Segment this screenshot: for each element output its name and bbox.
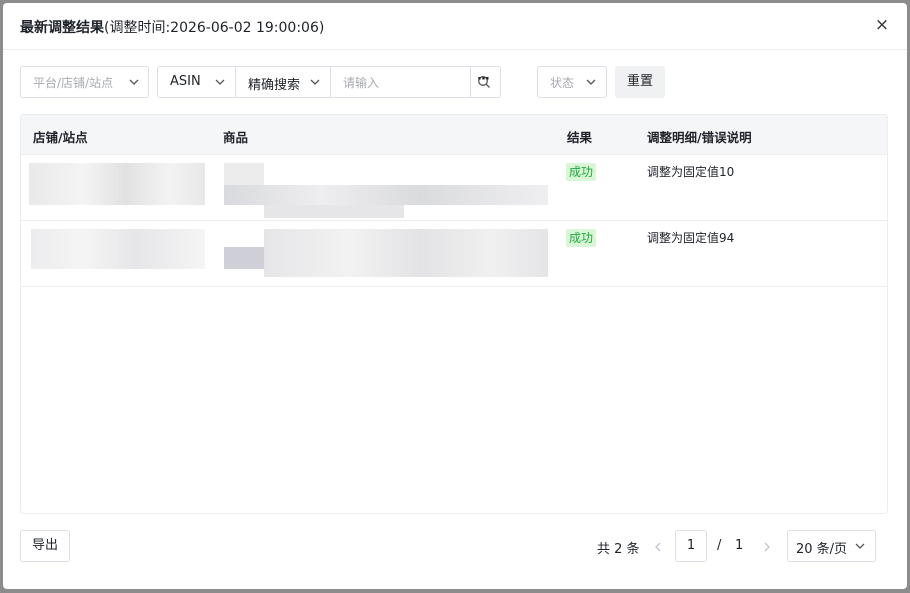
- page-size-select[interactable]: 20 条/页: [787, 530, 876, 562]
- table-row: 成功 调整为固定值94: [21, 221, 887, 287]
- match-mode-value: 精确搜索: [248, 78, 301, 93]
- column-header-store: 店铺/站点: [33, 130, 88, 145]
- pagination-total: 共 2 条: [597, 542, 640, 557]
- reset-button[interactable]: 重置: [615, 66, 665, 98]
- column-header-result: 结果: [567, 130, 593, 145]
- dialog-header: 最新调整结果(调整时间:2026-06-02 19:00:06) ×: [3, 3, 907, 50]
- page-size-value: 20 条/页: [796, 542, 848, 557]
- chevron-down-icon: [128, 76, 140, 88]
- platform-select[interactable]: 平台/店铺/站点: [20, 66, 149, 98]
- detail-text: 调整为固定值94: [647, 231, 735, 245]
- search-field-select[interactable]: ASIN: [158, 67, 235, 97]
- status-badge: 成功: [566, 163, 597, 181]
- status-select-placeholder: 状态: [550, 76, 575, 90]
- column-header-product: 商品: [223, 130, 249, 145]
- product-sku-redacted: [264, 205, 404, 218]
- search-group: ASIN 精确搜索 请输入 ···: [157, 66, 501, 98]
- chevron-down-icon: [854, 540, 866, 552]
- more-options-button[interactable]: ···: [470, 67, 500, 97]
- chevron-down-icon: [309, 76, 321, 88]
- product-image-redacted: [224, 163, 264, 185]
- match-mode-select[interactable]: 精确搜索: [236, 67, 330, 97]
- detail-text: 调整为固定值10: [647, 165, 735, 179]
- status-select[interactable]: 状态: [537, 66, 607, 98]
- result-dialog: 最新调整结果(调整时间:2026-06-02 19:00:06) × 平台/店铺…: [3, 3, 907, 589]
- search-input[interactable]: 请输入: [331, 67, 490, 97]
- close-icon: ×: [874, 15, 890, 35]
- column-header-detail: 调整明细/错误说明: [647, 130, 752, 145]
- chevron-left-icon[interactable]: [653, 540, 663, 554]
- pagination-separator: /: [717, 538, 722, 553]
- table-row: 成功 调整为固定值10: [21, 155, 887, 221]
- dialog-title-text: 最新调整结果: [20, 20, 104, 36]
- table-header: 店铺/站点 商品 结果 调整明细/错误说明: [21, 115, 887, 155]
- result-table: 店铺/站点 商品 结果 调整明细/错误说明 成功 调整为固定值10 成功 调整为…: [20, 114, 888, 514]
- store-cell-redacted: [31, 229, 205, 269]
- search-field-value: ASIN: [170, 74, 201, 89]
- dialog-title: 最新调整结果(调整时间:2026-06-02 19:00:06): [20, 17, 324, 37]
- chevron-right-icon[interactable]: [762, 540, 772, 554]
- product-image-redacted: [224, 247, 264, 269]
- page-number-input[interactable]: 1: [675, 530, 707, 562]
- store-cell-redacted: [29, 163, 205, 205]
- status-badge: 成功: [566, 229, 597, 247]
- more-icon: ···: [477, 72, 490, 87]
- platform-select-placeholder: 平台/店铺/站点: [33, 76, 114, 90]
- chevron-down-icon: [214, 76, 226, 88]
- chevron-down-icon: [585, 76, 597, 88]
- close-button[interactable]: ×: [873, 16, 891, 34]
- product-title-redacted: [264, 229, 548, 277]
- search-input-placeholder: 请输入: [343, 76, 380, 90]
- product-title-redacted: [224, 185, 548, 205]
- export-button[interactable]: 导出: [20, 530, 70, 562]
- pagination-total-pages: 1: [735, 538, 744, 553]
- dialog-subtitle: (调整时间:2026-06-02 19:00:06): [104, 20, 325, 36]
